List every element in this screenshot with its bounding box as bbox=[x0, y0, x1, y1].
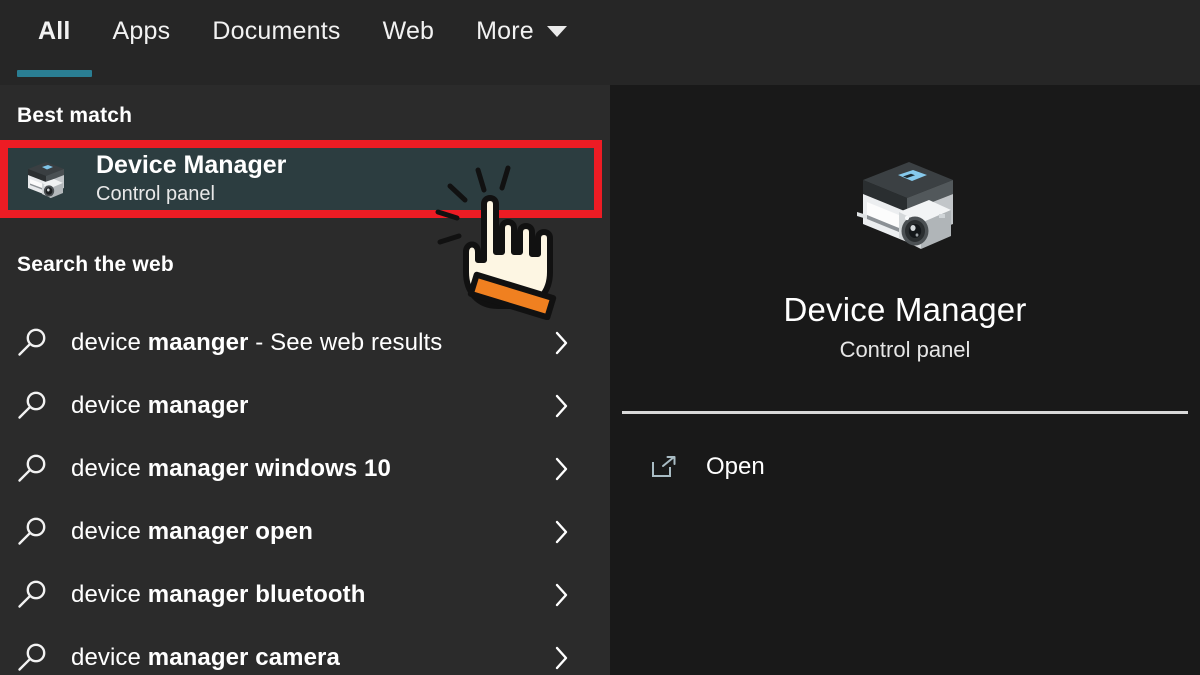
chevron-right-icon bbox=[554, 519, 570, 545]
tab-more-label: More bbox=[476, 16, 534, 45]
search-the-web-section-label: Search the web bbox=[17, 253, 174, 276]
chevron-right-icon bbox=[554, 582, 570, 608]
search-icon bbox=[15, 389, 49, 423]
open-external-icon bbox=[650, 455, 678, 479]
preview-title: Device Manager bbox=[783, 291, 1027, 328]
suggestion-prefix: device bbox=[71, 581, 148, 608]
best-match-text-block: Device Manager Control panel bbox=[96, 151, 286, 207]
best-match-section-label: Best match bbox=[17, 104, 133, 127]
tab-list: All Apps Documents Web More bbox=[17, 0, 588, 85]
chevron-right-icon bbox=[554, 330, 570, 356]
search-icon bbox=[15, 641, 49, 675]
web-suggestion-row-6[interactable]: device manager camera bbox=[0, 627, 610, 675]
tab-more[interactable]: More bbox=[455, 0, 588, 62]
tab-all[interactable]: All bbox=[17, 0, 92, 77]
web-suggestion-row-3[interactable]: device manager windows 10 bbox=[0, 438, 610, 500]
preview-subtitle: Control panel bbox=[839, 337, 971, 362]
search-icon bbox=[15, 578, 49, 612]
search-icon bbox=[15, 326, 49, 360]
web-suggestion-row-4[interactable]: device manager open bbox=[0, 501, 610, 563]
suggestion-prefix: device bbox=[71, 392, 148, 419]
suggestion-prefix: device bbox=[71, 518, 148, 545]
suggestion-query: manager bluetooth bbox=[147, 581, 366, 608]
chevron-right-icon bbox=[554, 645, 570, 671]
web-suggestion-label-6: device manager camera bbox=[71, 644, 340, 672]
web-suggestion-label-3: device manager windows 10 bbox=[71, 455, 391, 483]
web-suggestion-label-1: device maanger - See web results bbox=[71, 329, 442, 357]
open-action-button[interactable]: Open bbox=[650, 445, 765, 489]
tab-documents-label: Documents bbox=[212, 16, 341, 45]
suggestion-query: manager open bbox=[147, 518, 313, 545]
best-match-subtitle: Control panel bbox=[96, 183, 215, 205]
active-tab-underline bbox=[17, 70, 92, 77]
suggestion-prefix: device bbox=[71, 455, 148, 482]
preview-divider bbox=[622, 411, 1188, 414]
suggestion-prefix: device bbox=[71, 329, 148, 356]
preview-pane: Device Manager Control panel Open bbox=[610, 85, 1200, 675]
suggestion-query: manager camera bbox=[147, 644, 340, 671]
web-suggestion-row-5[interactable]: device manager bluetooth bbox=[0, 564, 610, 626]
results-pane: Best match Device Manager Control panel … bbox=[0, 85, 610, 675]
tab-web-label: Web bbox=[382, 16, 435, 45]
device-manager-icon-large bbox=[843, 150, 967, 256]
tab-apps[interactable]: Apps bbox=[92, 0, 192, 62]
suggestion-suffix: - See web results bbox=[248, 329, 443, 356]
web-suggestion-label-2: device manager bbox=[71, 392, 249, 420]
open-action-label: Open bbox=[706, 453, 765, 480]
chevron-right-icon bbox=[554, 456, 570, 482]
suggestion-query: maanger bbox=[147, 329, 249, 356]
chevron-down-icon bbox=[546, 25, 567, 37]
suggestion-prefix: device bbox=[71, 644, 148, 671]
suggestion-query: manager bbox=[147, 392, 249, 419]
chevron-right-icon bbox=[554, 393, 570, 419]
web-suggestion-row-1[interactable]: device maanger - See web results bbox=[0, 312, 610, 374]
web-suggestion-label-5: device manager bluetooth bbox=[71, 581, 365, 609]
device-manager-icon bbox=[20, 155, 68, 203]
web-suggestion-row-2[interactable]: device manager bbox=[0, 375, 610, 437]
search-icon bbox=[15, 452, 49, 486]
tab-all-label: All bbox=[38, 16, 71, 45]
tab-web[interactable]: Web bbox=[362, 0, 456, 62]
tab-apps-label: Apps bbox=[112, 16, 171, 45]
best-match-result-device-manager[interactable]: Device Manager Control panel bbox=[8, 148, 594, 210]
windows-search-panel: All Apps Documents Web More Best match D… bbox=[0, 0, 1200, 675]
search-icon bbox=[15, 515, 49, 549]
tab-documents[interactable]: Documents bbox=[191, 0, 361, 62]
best-match-title: Device Manager bbox=[96, 151, 287, 179]
suggestion-query: manager windows 10 bbox=[147, 455, 391, 482]
search-filter-tabbar: All Apps Documents Web More bbox=[0, 0, 1200, 85]
web-suggestion-label-4: device manager open bbox=[71, 518, 313, 546]
